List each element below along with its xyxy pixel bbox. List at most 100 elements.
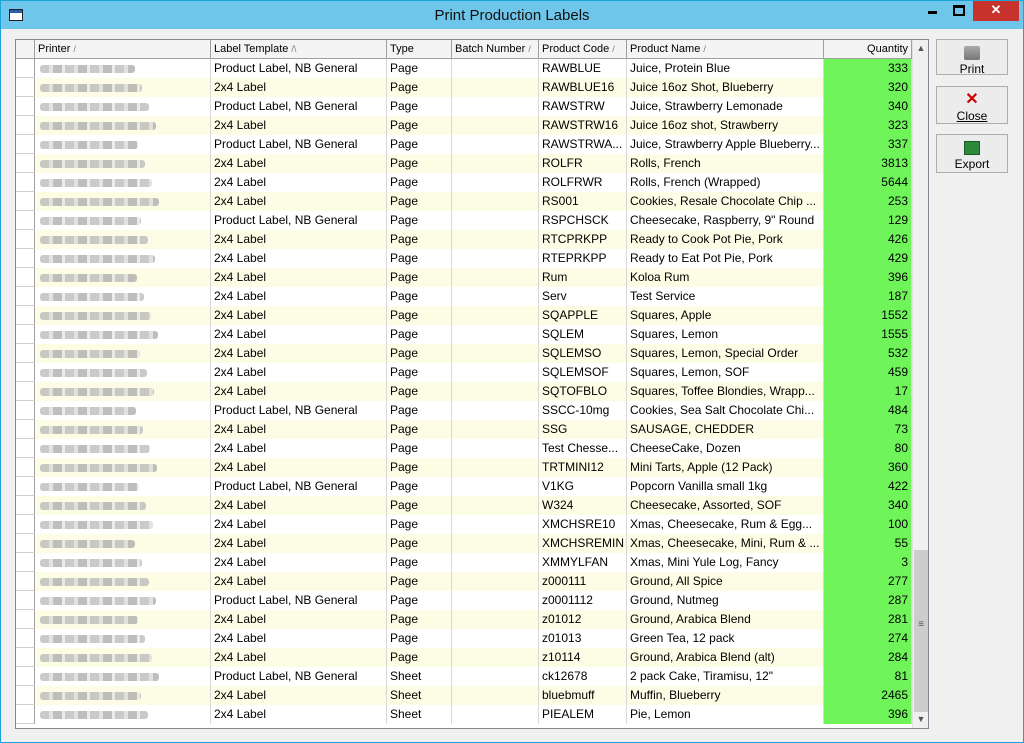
cell-batch-number <box>452 572 539 591</box>
header-type[interactable]: Type <box>387 40 452 58</box>
cell-product-code: RAWBLUE <box>539 59 627 78</box>
header-label-template-label: Label Template <box>214 43 289 55</box>
cell-quantity: 422 <box>824 477 912 496</box>
redacted-printer-name <box>40 255 155 263</box>
table-row[interactable]: 2x4 Label Page XMMYLFAN Xmas, Mini Yule Log… <box>16 553 912 572</box>
cell-label-template: 2x4 Label <box>211 78 387 97</box>
cell-product-name: SAUSAGE, CHEDDER <box>627 420 824 439</box>
table-row[interactable]: 2x4 Label Page Rum Koloa Rum 396 <box>16 268 912 287</box>
redacted-printer-name <box>40 673 159 681</box>
scrollbar-thumb[interactable]: ≡ <box>914 550 928 712</box>
redacted-printer-name <box>40 293 144 301</box>
cell-printer <box>35 230 211 249</box>
window-close-button[interactable]: ✕ <box>973 1 1019 21</box>
table-row[interactable]: 2x4 Label Page SQAPPLE Squares, Apple 1552 <box>16 306 912 325</box>
header-product-name[interactable]: Product Name / <box>627 40 824 58</box>
header-printer[interactable]: Printer / <box>35 40 211 58</box>
cell-product-code: bluebmuff <box>539 686 627 705</box>
table-row[interactable]: 2x4 Label Page z01013 Green Tea, 12 pack 274 <box>16 629 912 648</box>
table-row[interactable]: 2x4 Label Page Serv Test Service 187 <box>16 287 912 306</box>
table-row[interactable]: 2x4 Label Page Test Chesse... CheeseCake, D… <box>16 439 912 458</box>
table-row[interactable]: Product Label, NB General Page RSPCHSCK Che… <box>16 211 912 230</box>
vertical-scrollbar[interactable]: ▲ ≡ ▼ <box>912 40 928 728</box>
row-selector <box>16 268 35 287</box>
table-row[interactable]: Product Label, NB General Sheet ck12678 2 p… <box>16 667 912 686</box>
table-row[interactable]: Product Label, NB General Page z0001112 Gro… <box>16 591 912 610</box>
redacted-printer-name <box>40 217 141 225</box>
table-row[interactable]: 2x4 Label Sheet bluebmuff Muffin, Blueberry… <box>16 686 912 705</box>
table-row[interactable]: 2x4 Label Page TRTMINI12 Mini Tarts, Apple … <box>16 458 912 477</box>
title-bar[interactable]: Print Production Labels ✕ <box>1 1 1023 29</box>
cell-label-template: 2x4 Label <box>211 686 387 705</box>
header-batch-number[interactable]: Batch Number / <box>452 40 539 58</box>
table-row[interactable]: 2x4 Label Page SQLEMSOF Squares, Lemon, SOF… <box>16 363 912 382</box>
cell-quantity: 281 <box>824 610 912 629</box>
print-production-labels-window: Print Production Labels ✕ Printer / Label… <box>0 0 1024 743</box>
table-row[interactable]: 2x4 Label Page z10114 Ground, Arabica Blend… <box>16 648 912 667</box>
cell-printer <box>35 458 211 477</box>
cell-batch-number <box>452 116 539 135</box>
cell-product-name: Popcorn Vanilla small 1kg <box>627 477 824 496</box>
cell-product-code: RAWSTRW <box>539 97 627 116</box>
table-row[interactable]: 2x4 Label Page SQTOFBLO Squares, Toffee Blo… <box>16 382 912 401</box>
scroll-up-arrow-icon[interactable]: ▲ <box>913 40 928 56</box>
cell-batch-number <box>452 306 539 325</box>
table-row[interactable]: Product Label, NB General Page RAWSTRWA...… <box>16 135 912 154</box>
header-label-template[interactable]: Label Template/\ <box>211 40 387 58</box>
cell-label-template: 2x4 Label <box>211 154 387 173</box>
header-product-code[interactable]: Product Code / <box>539 40 627 58</box>
cell-product-name: Cookies, Sea Salt Chocolate Chi... <box>627 401 824 420</box>
table-row[interactable]: 2x4 Label Page ROLFRWR Rolls, French (Wrapp… <box>16 173 912 192</box>
cell-quantity: 187 <box>824 287 912 306</box>
table-row[interactable]: 2x4 Label Page RAWSTRW16 Juice 16oz shot, S… <box>16 116 912 135</box>
minimize-button[interactable] <box>919 1 945 21</box>
table-row[interactable]: 2x4 Label Page z01012 Ground, Arabica Blend… <box>16 610 912 629</box>
row-selector <box>16 553 35 572</box>
table-row[interactable]: Product Label, NB General Page V1KG Popcorn… <box>16 477 912 496</box>
cell-printer <box>35 553 211 572</box>
cell-printer <box>35 211 211 230</box>
cell-label-template: 2x4 Label <box>211 249 387 268</box>
table-row[interactable]: 2x4 Label Page z000111 Ground, All Spice 277 <box>16 572 912 591</box>
table-row[interactable]: 2x4 Label Page RAWBLUE16 Juice 16oz Shot, B… <box>16 78 912 97</box>
table-row[interactable]: 2x4 Label Page ROLFR Rolls, French 3813 <box>16 154 912 173</box>
cell-printer <box>35 534 211 553</box>
export-button[interactable]: Export <box>936 134 1008 173</box>
cell-type: Sheet <box>387 686 452 705</box>
table-row[interactable]: Product Label, NB General Page RAWBLUE Juic… <box>16 59 912 78</box>
table-row[interactable]: 2x4 Label Page RTCPRKPP Ready to Cook Pot P… <box>16 230 912 249</box>
cell-printer <box>35 496 211 515</box>
print-button[interactable]: Print <box>936 39 1008 76</box>
cell-product-code: RTCPRKPP <box>539 230 627 249</box>
maximize-button[interactable] <box>946 1 972 21</box>
redacted-printer-name <box>40 578 149 586</box>
scroll-down-arrow-icon[interactable]: ▼ <box>913 711 928 727</box>
cell-product-name: Ready to Eat Pot Pie, Pork <box>627 249 824 268</box>
cell-label-template: 2x4 Label <box>211 116 387 135</box>
redacted-printer-name <box>40 502 146 510</box>
header-selector[interactable] <box>16 40 35 58</box>
cell-printer <box>35 59 211 78</box>
cell-printer <box>35 78 211 97</box>
cell-type: Page <box>387 306 452 325</box>
table-row[interactable]: 2x4 Label Page SQLEMSO Squares, Lemon, Spec… <box>16 344 912 363</box>
labels-grid[interactable]: Printer / Label Template/\ Type Batch Num… <box>15 39 929 729</box>
cell-batch-number <box>452 211 539 230</box>
table-row[interactable]: 2x4 Label Page XMCHSRE10 Xmas, Cheesecake, … <box>16 515 912 534</box>
table-row[interactable]: 2x4 Label Page RTEPRKPP Ready to Eat Pot Pi… <box>16 249 912 268</box>
table-row[interactable]: 2x4 Label Page SQLEM Squares, Lemon 1555 <box>16 325 912 344</box>
cell-product-code: z10114 <box>539 648 627 667</box>
cell-product-name: Pie, Lemon <box>627 705 824 724</box>
table-row[interactable]: 2x4 Label Page RS001 Cookies, Resale Chocol… <box>16 192 912 211</box>
table-row[interactable]: 2x4 Label Page W324 Cheesecake, Assorted, S… <box>16 496 912 515</box>
table-row[interactable]: 2x4 Label Page XMCHSREMIN Xmas, Cheesecake,… <box>16 534 912 553</box>
row-selector <box>16 629 35 648</box>
cell-product-name: Juice 16oz Shot, Blueberry <box>627 78 824 97</box>
table-row[interactable]: 2x4 Label Page SSG SAUSAGE, CHEDDER 73 <box>16 420 912 439</box>
table-row[interactable]: Product Label, NB General Page RAWSTRW Juic… <box>16 97 912 116</box>
cell-type: Page <box>387 629 452 648</box>
close-button[interactable]: ✕ Close <box>936 86 1008 124</box>
table-row[interactable]: 2x4 Label Sheet PIEALEM Pie, Lemon 396 <box>16 705 912 724</box>
table-row[interactable]: Product Label, NB General Page SSCC-10mg Co… <box>16 401 912 420</box>
header-quantity[interactable]: Quantity <box>824 40 912 58</box>
